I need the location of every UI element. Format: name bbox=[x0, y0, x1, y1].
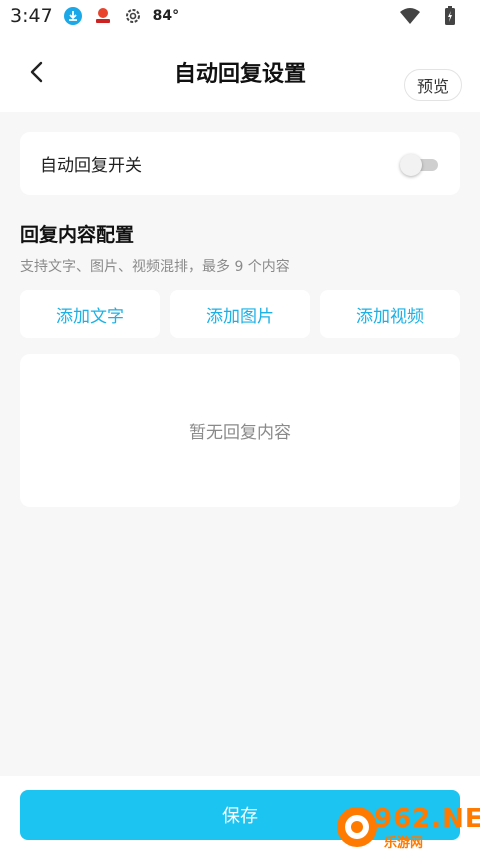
chevron-left-icon bbox=[30, 61, 43, 83]
add-text-button[interactable]: 添加文字 bbox=[20, 290, 160, 338]
auto-reply-label: 自动回复开关 bbox=[40, 156, 142, 176]
preview-button[interactable]: 预览 bbox=[404, 69, 462, 101]
status-bar: 3:47 84° bbox=[0, 0, 480, 32]
wifi-icon bbox=[400, 6, 420, 26]
header: 自动回复设置 预览 bbox=[0, 32, 480, 112]
add-image-button[interactable]: 添加图片 bbox=[170, 290, 310, 338]
back-button[interactable] bbox=[18, 52, 54, 92]
page-title: 自动回复设置 bbox=[173, 62, 306, 87]
content-config-title: 回复内容配置 bbox=[20, 224, 135, 246]
download-icon bbox=[63, 6, 83, 26]
watermark-brand: 962.NET bbox=[374, 804, 480, 834]
status-temperature: 84° bbox=[152, 8, 180, 24]
content-config-subtitle: 支持文字、图片、视频混排，最多 9 个内容 bbox=[20, 259, 290, 275]
status-time: 3:47 bbox=[10, 5, 53, 27]
watermark-sub: 乐游网 bbox=[384, 836, 424, 851]
auto-reply-switch[interactable] bbox=[400, 153, 440, 176]
reply-content-list: 暂无回复内容 bbox=[20, 354, 460, 507]
watermark: 962.NET 乐游网 bbox=[334, 800, 480, 852]
empty-state-text: 暂无回复内容 bbox=[189, 423, 291, 443]
auto-reply-toggle-card: 自动回复开关 bbox=[20, 132, 460, 195]
settings-icon bbox=[123, 6, 143, 26]
add-video-button[interactable]: 添加视频 bbox=[320, 290, 460, 338]
battery-icon bbox=[440, 6, 460, 26]
add-buttons-row: 添加文字 添加图片 添加视频 bbox=[20, 290, 460, 338]
switch-thumb bbox=[400, 153, 422, 176]
app-icon bbox=[93, 6, 113, 26]
